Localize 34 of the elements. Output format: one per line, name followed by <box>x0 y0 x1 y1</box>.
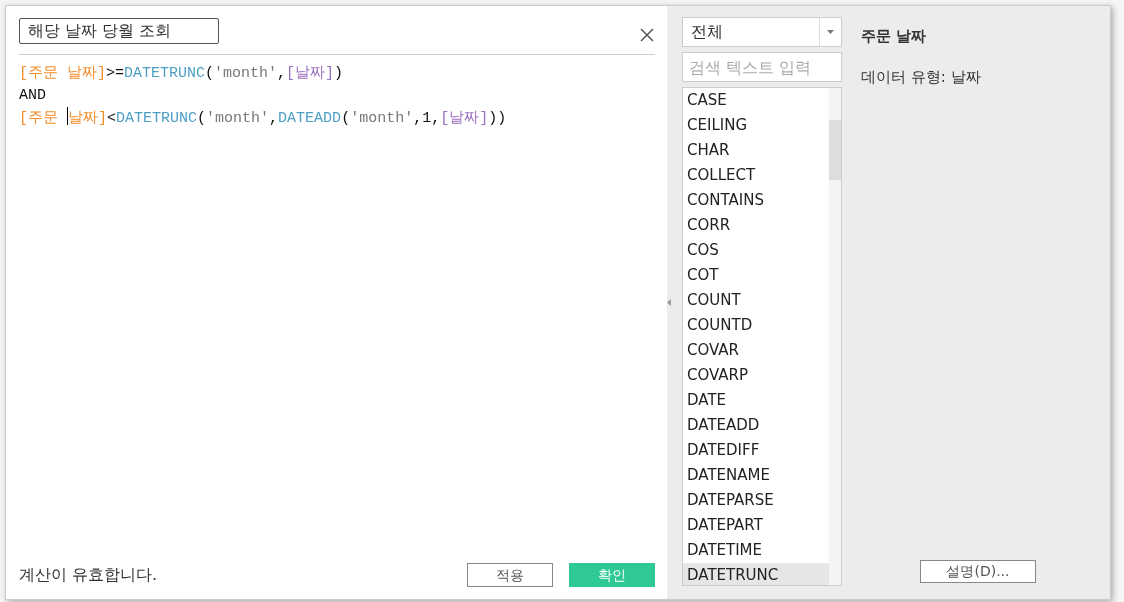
formula-line: AND <box>19 86 46 106</box>
explain-button[interactable]: 설명(D)... <box>920 560 1036 583</box>
function-item[interactable]: COVAR <box>683 338 829 363</box>
function-item[interactable]: COS <box>683 238 829 263</box>
function-item[interactable]: COVARP <box>683 363 829 388</box>
category-dropdown[interactable]: 전체 <box>682 17 842 47</box>
function-item[interactable]: CEILING <box>683 113 829 138</box>
formula-line: [주문 날짜]<DATETRUNC('month',DATEADD('month',1,[날짜])) <box>19 107 507 130</box>
field-title: 주문 날짜 <box>861 26 928 47</box>
function-item[interactable]: DATENAME <box>683 463 829 488</box>
function-item[interactable]: CONTAINS <box>683 188 829 213</box>
search-field[interactable]: 검색 텍스트 입력 <box>682 52 842 82</box>
function-item[interactable]: CORR <box>683 213 829 238</box>
function-item[interactable]: DATEPARSE <box>683 488 829 513</box>
function-item[interactable]: COUNTD <box>683 313 829 338</box>
validation-message: 계산이 유효합니다. <box>19 564 158 586</box>
calculation-name-field[interactable]: 해당 날짜 당월 조회 <box>19 18 219 44</box>
scrollbar[interactable] <box>829 88 841 585</box>
function-item[interactable]: DATEADD <box>683 413 829 438</box>
formula-line: [주문 날짜]>=DATETRUNC('month',[날짜]) <box>19 64 344 84</box>
function-item[interactable]: DATEPART <box>683 513 829 538</box>
function-item[interactable]: DATETRUNC <box>683 563 829 585</box>
function-item[interactable]: CASE <box>683 88 829 113</box>
function-item[interactable]: COT <box>683 263 829 288</box>
field-type: 데이터 유형: 날짜 <box>861 66 982 88</box>
function-item[interactable]: CHAR <box>683 138 829 163</box>
apply-button[interactable]: 적용 <box>467 563 553 587</box>
function-item[interactable]: COUNT <box>683 288 829 313</box>
caret-icon <box>827 30 834 34</box>
function-item[interactable]: COLLECT <box>683 163 829 188</box>
function-item[interactable]: DATETIME <box>683 538 829 563</box>
function-item[interactable]: DATEDIFF <box>683 438 829 463</box>
function-item[interactable]: DATE <box>683 388 829 413</box>
collapse-arrow-icon[interactable] <box>667 298 671 307</box>
